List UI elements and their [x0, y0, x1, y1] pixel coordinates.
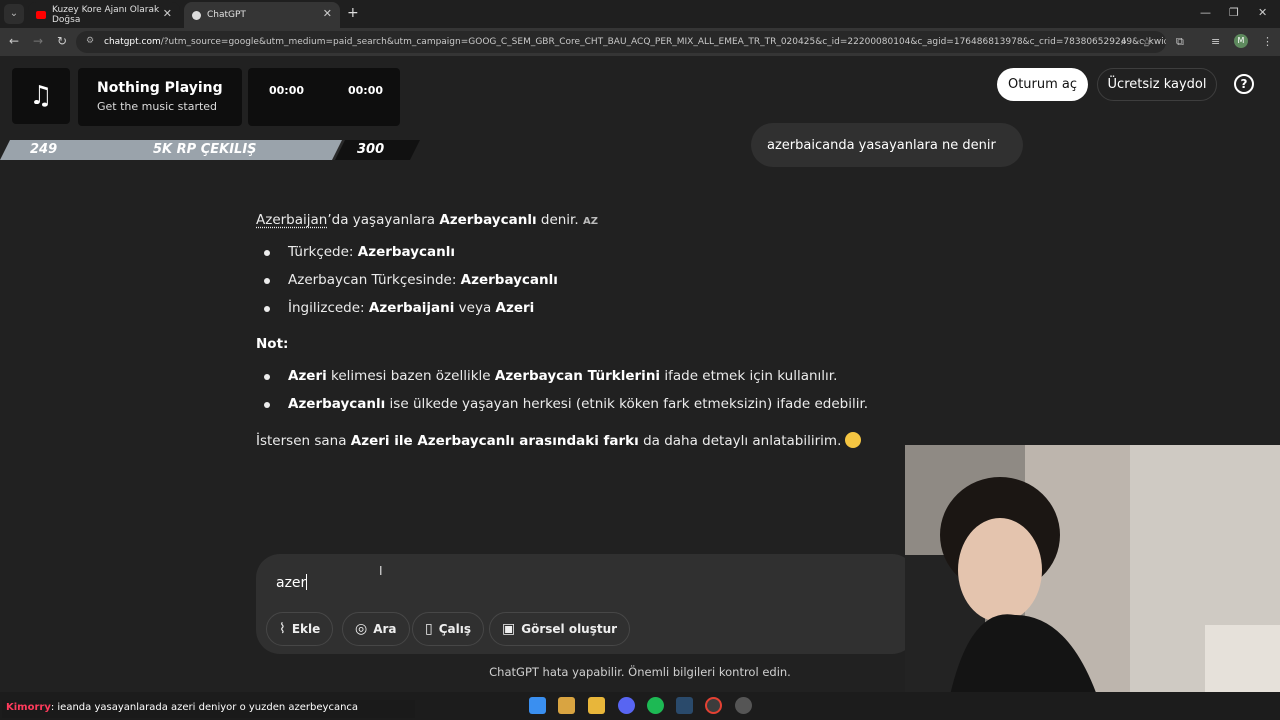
user-message-bubble: azerbaicanda yasayanlara ne denir	[751, 123, 1023, 167]
login-button[interactable]: Oturum aç	[997, 68, 1088, 101]
new-tab-button[interactable]: +	[347, 5, 359, 21]
time-start: 00:00	[269, 84, 305, 97]
tab-youtube[interactable]: Kuzey Kore Ajanı Olarak Doğsa ✕	[28, 2, 180, 28]
browser-menu-icon[interactable]: ⋮	[1262, 35, 1273, 48]
list-item: Türkçede: Azerbaycanlı	[288, 244, 456, 260]
windows-start-icon[interactable]	[529, 697, 546, 714]
bullet-dot	[264, 306, 270, 312]
rp-progress-bar: 249 5K RP ÇEKILIŞ 300	[0, 140, 420, 160]
app-icon[interactable]	[558, 697, 575, 714]
browser-tab-bar: ⌄ Kuzey Kore Ajanı Olarak Doğsa ✕ ChatGP…	[0, 0, 1280, 28]
smile-emoji-icon	[845, 432, 862, 448]
tab-chatgpt[interactable]: ChatGPT ✕	[184, 2, 340, 28]
note-heading: Not:	[256, 336, 289, 352]
search-button[interactable]: ◎ Ara	[342, 612, 410, 646]
forward-arrow-icon[interactable]: →	[33, 34, 43, 48]
bullet-dot	[264, 278, 270, 284]
chat-message: : ieanda yasayanlarada azeri deniyor o y…	[50, 702, 359, 713]
webcam-image	[905, 445, 1280, 720]
chatgpt-icon	[192, 10, 201, 20]
music-subtitle: Get the music started	[97, 100, 218, 113]
paperclip-icon: ⌇	[279, 621, 286, 637]
bullet-dot	[264, 250, 270, 256]
prompt-input[interactable]: azer	[276, 574, 308, 591]
file-explorer-icon[interactable]	[588, 697, 605, 714]
steam-icon[interactable]	[676, 697, 693, 714]
image-icon: ▣	[502, 621, 516, 637]
chat-username: Kimorry	[6, 702, 51, 713]
media-control-icon[interactable]: ≡	[1211, 35, 1220, 48]
zoom-icon[interactable]: ⌕	[1121, 35, 1127, 49]
close-tab-icon[interactable]: ✕	[323, 7, 332, 20]
time-end: 00:00	[348, 84, 384, 97]
stream-chat-overlay: Kimorry: ieanda yasayanlarada azeri deni…	[2, 700, 415, 718]
user-message-text: azerbaicanda yasayanlara ne denir	[767, 137, 996, 153]
close-window-button[interactable]: ✕	[1258, 6, 1267, 19]
tab-title: ChatGPT	[207, 10, 246, 20]
site-info-icon[interactable]: ⚙	[86, 36, 94, 46]
bullet-dot	[264, 374, 270, 380]
back-arrow-icon[interactable]: ←	[9, 34, 19, 48]
bullet-dot	[264, 402, 270, 408]
help-icon[interactable]: ?	[1234, 74, 1254, 94]
reload-icon[interactable]: ↻	[57, 34, 67, 48]
globe-icon: ◎	[355, 621, 368, 637]
spotify-icon[interactable]	[647, 697, 664, 714]
create-image-button[interactable]: ▣ Görsel oluştur	[489, 612, 631, 646]
music-time-panel: 00:00 00:00	[248, 68, 400, 126]
chrome-icon[interactable]	[705, 697, 722, 714]
music-info-panel: Nothing Playing Get the music started	[78, 68, 242, 126]
bookmark-star-icon[interactable]: ☆	[1142, 35, 1152, 48]
webcam-overlay	[905, 445, 1280, 720]
signup-button[interactable]: Ücretsiz kaydol	[1097, 68, 1217, 101]
list-item: Azeri kelimesi bazen özellikle Azerbayca…	[288, 368, 838, 384]
mouse-ibeam-cursor: I	[379, 564, 383, 578]
book-icon: ▯	[425, 621, 433, 637]
rp-title: 5K RP ÇEKILIŞ	[153, 142, 257, 157]
list-item: Azerbaycan Türkçesinde: Azerbaycanlı	[288, 272, 558, 288]
tab-title: Kuzey Kore Ajanı Olarak Doğsa	[52, 5, 160, 25]
music-title: Nothing Playing	[97, 80, 223, 96]
close-tab-icon[interactable]: ✕	[163, 7, 172, 20]
url-host: chatgpt.com	[104, 37, 161, 47]
url-path: /?utm_source=google&utm_medium=paid_sear…	[160, 37, 1166, 47]
profile-avatar[interactable]: M	[1234, 34, 1248, 48]
list-item: İngilizcede: Azerbaijani veya Azeri	[288, 300, 535, 316]
rp-goal: 300	[357, 142, 385, 157]
extensions-icon[interactable]: ⧉	[1176, 35, 1184, 49]
youtube-icon	[36, 11, 46, 19]
message-composer[interactable]: azer ⌇ Ekle ◎ Ara ▯ Çalış ▣ Görsel oluştur	[256, 554, 916, 654]
answer-closing: İstersen sana Azeri ile Azerbaycanlı ara…	[256, 432, 862, 449]
text-caret	[306, 574, 308, 590]
address-bar[interactable]: chatgpt.com/?utm_source=google&utm_mediu…	[76, 31, 1166, 53]
answer-intro: Azerbaijan’da yaşayanlara Azerbaycanlı d…	[256, 212, 598, 228]
azerbaijan-link[interactable]: Azerbaijan	[256, 212, 327, 228]
tab-search-button[interactable]: ⌄	[4, 4, 24, 24]
list-item: Azerbaycanlı ise ülkede yaşayan herkesi …	[288, 396, 869, 412]
rp-current: 249	[30, 142, 58, 157]
flag-az: AZ	[582, 216, 598, 227]
restore-button[interactable]: ❐	[1229, 6, 1239, 19]
app-icon[interactable]	[735, 697, 752, 714]
music-note-icon: ♫	[12, 68, 70, 124]
attach-button[interactable]: ⌇ Ekle	[266, 612, 334, 646]
discord-icon[interactable]	[618, 697, 635, 714]
minimize-button[interactable]: —	[1200, 6, 1211, 19]
prompt-input-value: azer	[276, 575, 307, 591]
study-button[interactable]: ▯ Çalış	[412, 612, 484, 646]
